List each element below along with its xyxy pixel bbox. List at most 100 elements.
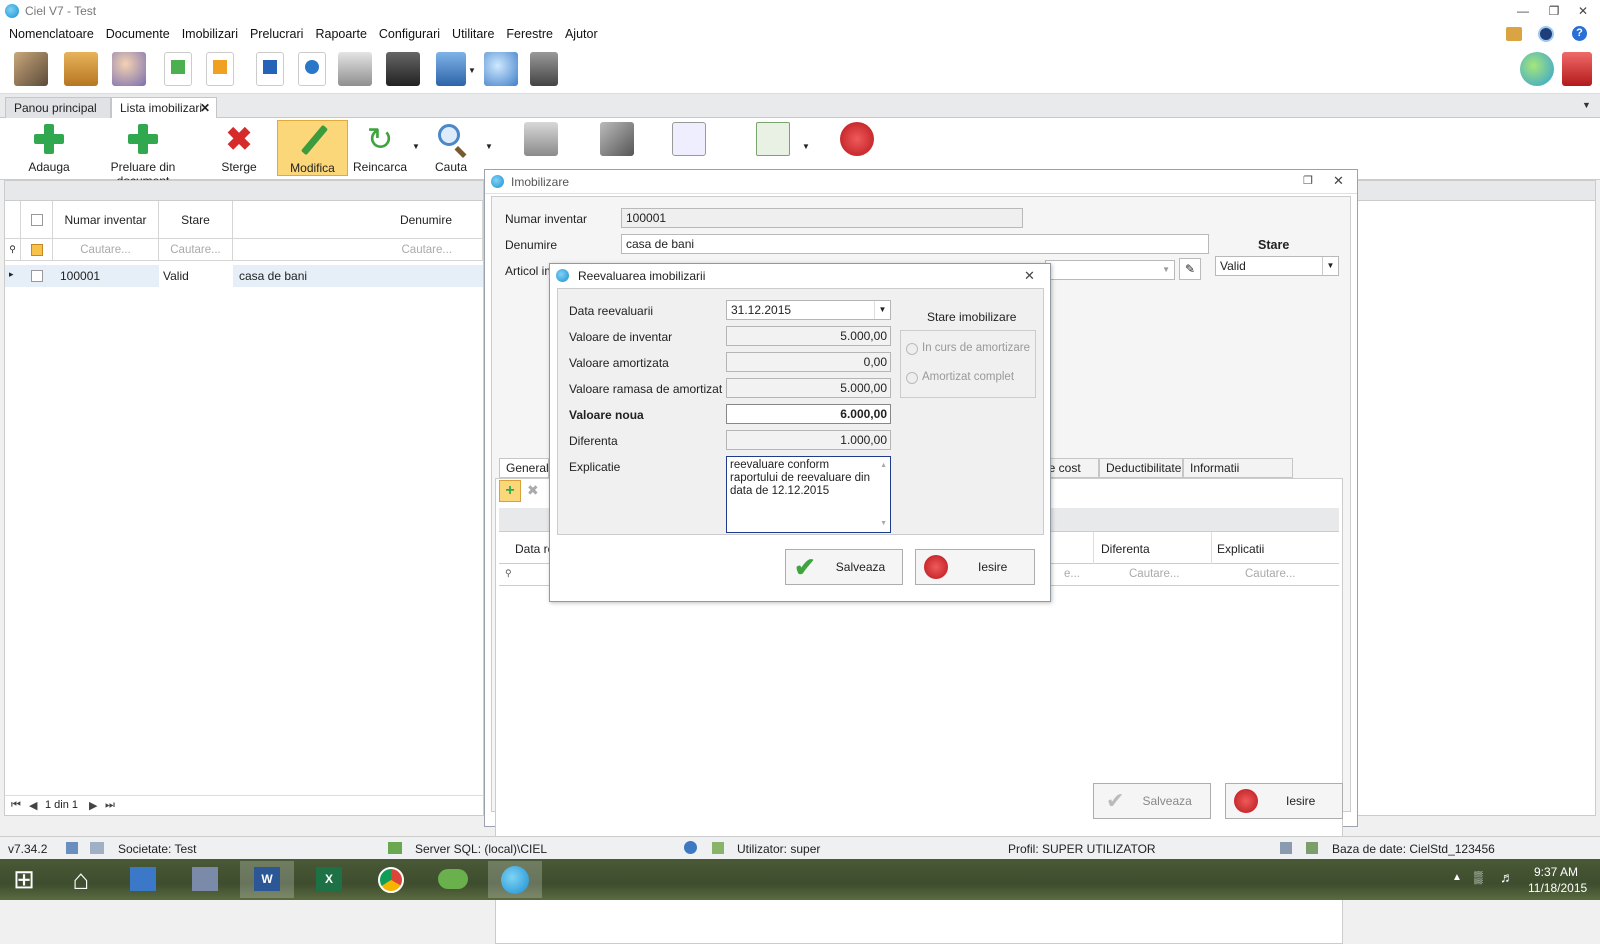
imob-save-button[interactable]: ✔ Salveaza bbox=[1093, 783, 1211, 819]
network-icon[interactable]: ▒ bbox=[1474, 870, 1483, 884]
inv-value-field[interactable]: 5.000,00 bbox=[726, 326, 891, 346]
computer-icon[interactable] bbox=[436, 52, 466, 86]
search-state-input[interactable]: Cautare... bbox=[159, 239, 233, 261]
export-icon[interactable] bbox=[206, 52, 234, 86]
users-icon[interactable] bbox=[112, 52, 146, 86]
delete-row-icon[interactable]: ✖ bbox=[527, 482, 539, 499]
word-icon[interactable]: W bbox=[240, 861, 294, 898]
reev-close-icon[interactable]: ✕ bbox=[1024, 268, 1035, 284]
ciel-taskbar-icon[interactable] bbox=[488, 861, 542, 898]
tab-general[interactable]: General bbox=[499, 458, 549, 478]
minimize-button[interactable]: — bbox=[1512, 3, 1534, 19]
import-icon[interactable] bbox=[164, 52, 192, 86]
help-icon[interactable]: ? bbox=[1572, 26, 1587, 41]
search-dropdown-icon[interactable]: ▼ bbox=[485, 142, 493, 151]
menu-ferestre[interactable]: Ferestre bbox=[500, 27, 559, 41]
from-document-button[interactable]: Preluare din document bbox=[88, 120, 198, 188]
search-prev-col-input[interactable]: e... bbox=[1064, 568, 1080, 580]
cloud-icon[interactable] bbox=[426, 861, 480, 898]
next-page-icon[interactable]: ▶ bbox=[89, 799, 97, 812]
dialog-close-icon[interactable]: ✕ bbox=[1333, 173, 1344, 189]
scroll-down-icon[interactable]: ▼ bbox=[880, 517, 887, 530]
chrome-icon[interactable] bbox=[364, 861, 418, 898]
article-field[interactable]: ▼ bbox=[1045, 260, 1175, 280]
search-inv-input[interactable]: Cautare... bbox=[53, 239, 159, 261]
menu-utilitare[interactable]: Utilitare bbox=[446, 27, 500, 41]
filter-checkbox[interactable] bbox=[21, 239, 53, 261]
menu-nomenclatoare[interactable]: Nomenclatoare bbox=[3, 27, 100, 41]
search-diff-input[interactable]: Cautare... bbox=[1129, 568, 1180, 580]
table-row[interactable]: ▸ 100001 Valid casa de bani bbox=[5, 265, 483, 287]
prev-page-icon[interactable]: ◀ bbox=[29, 799, 37, 812]
sync-icon[interactable] bbox=[66, 842, 78, 854]
menu-ajutor[interactable]: Ajutor bbox=[559, 27, 604, 41]
link-button[interactable] bbox=[596, 120, 638, 176]
state-select[interactable]: Valid ▼ bbox=[1215, 256, 1339, 276]
reload-dropdown-icon[interactable]: ▼ bbox=[412, 142, 420, 151]
delete-button[interactable]: ✖ Sterge bbox=[214, 120, 264, 176]
ciel-online-icon[interactable] bbox=[1538, 26, 1554, 42]
imob-exit-button[interactable]: Iesire bbox=[1225, 783, 1343, 819]
export-button[interactable] bbox=[752, 120, 794, 176]
diff-field[interactable]: 1.000,00 bbox=[726, 430, 891, 450]
menu-rapoarte[interactable]: Rapoarte bbox=[309, 27, 372, 41]
tabs-dropdown-icon[interactable]: ▼ bbox=[1582, 100, 1591, 110]
home-icon[interactable]: ⌂ bbox=[54, 861, 108, 898]
chat-icon[interactable] bbox=[1520, 52, 1554, 86]
reload-button[interactable]: ↻ Reincarca bbox=[352, 120, 408, 176]
exit-ribbon-button[interactable] bbox=[836, 120, 878, 176]
calculator-icon[interactable] bbox=[530, 52, 558, 86]
remain-field[interactable]: 5.000,00 bbox=[726, 378, 891, 398]
menu-imobilizari[interactable]: Imobilizari bbox=[176, 27, 244, 41]
row-checkbox[interactable] bbox=[31, 270, 43, 282]
taskbar-app2-icon[interactable] bbox=[178, 861, 232, 898]
print-button[interactable] bbox=[520, 120, 562, 176]
expl-textarea[interactable]: reevaluare conform raportului de reevalu… bbox=[726, 456, 891, 533]
modify-button[interactable]: Modifica bbox=[277, 120, 348, 176]
restore-button[interactable]: ❐ bbox=[1543, 3, 1565, 19]
refresh-doc-icon[interactable] bbox=[298, 52, 326, 86]
last-page-icon[interactable]: ⏭ bbox=[105, 799, 115, 812]
name-field[interactable]: casa de bani bbox=[621, 234, 1209, 254]
article-dropdown-icon[interactable]: ▼ bbox=[1162, 261, 1170, 279]
reev-save-button[interactable]: ✔ Salveaza bbox=[785, 549, 903, 585]
radio-in-curs[interactable] bbox=[906, 343, 918, 355]
date-field[interactable]: 31.12.2015 ▼ bbox=[726, 300, 891, 320]
add-button[interactable]: Adauga bbox=[22, 120, 76, 176]
col-diferenta[interactable]: Diferenta bbox=[1101, 542, 1150, 556]
menu-prelucrari[interactable]: Prelucrari bbox=[244, 27, 310, 41]
search-icon[interactable] bbox=[484, 52, 518, 86]
reev-exit-button[interactable]: Iesire bbox=[915, 549, 1035, 585]
volume-icon[interactable]: ♬ bbox=[1500, 869, 1514, 885]
support-icon[interactable] bbox=[1562, 52, 1592, 86]
tab-informatii[interactable]: Informatii aditionale bbox=[1183, 458, 1293, 493]
clipboard-icon[interactable] bbox=[64, 52, 98, 86]
inv-field[interactable]: 100001 bbox=[621, 208, 1023, 228]
col-explicatii[interactable]: Explicatii bbox=[1217, 542, 1264, 556]
partners-icon[interactable] bbox=[14, 52, 48, 86]
search-name-input[interactable]: Cautare... bbox=[233, 239, 483, 261]
cash-register-icon[interactable] bbox=[338, 52, 372, 86]
add-row-icon[interactable]: + bbox=[499, 480, 521, 502]
dialog-restore-icon[interactable]: ❐ bbox=[1303, 174, 1313, 187]
user-info-icon[interactable] bbox=[684, 841, 697, 854]
upload-icon[interactable] bbox=[256, 52, 284, 86]
fiscal-printer-icon[interactable] bbox=[386, 52, 420, 86]
tray-arrow-icon[interactable]: ▲ bbox=[1452, 872, 1462, 883]
state-dropdown-icon[interactable]: ▼ bbox=[1322, 257, 1338, 275]
tab-panou-principal[interactable]: Panou principal bbox=[5, 97, 111, 118]
tab-deductibilitate[interactable]: Deductibilitate bbox=[1099, 458, 1183, 478]
close-window-button[interactable]: ✕ bbox=[1572, 3, 1594, 19]
start-button[interactable]: ⊞ bbox=[0, 861, 48, 898]
taskbar-app1-icon[interactable] bbox=[116, 861, 170, 898]
col-numar-inventar[interactable]: Numar inventar bbox=[53, 201, 159, 239]
export-dropdown-icon[interactable]: ▼ bbox=[802, 142, 810, 151]
dropdown-arrow-icon[interactable]: ▼ bbox=[468, 66, 476, 75]
new-value-field[interactable]: 6.000,00 bbox=[726, 404, 891, 424]
amort-field[interactable]: 0,00 bbox=[726, 352, 891, 372]
search-button[interactable]: Cauta bbox=[428, 120, 474, 176]
scroll-up-icon[interactable]: ▲ bbox=[880, 459, 887, 472]
search-expl-input[interactable]: Cautare... bbox=[1245, 568, 1296, 580]
first-page-icon[interactable]: ⏮ bbox=[11, 799, 21, 812]
tab-lista-imobilizari[interactable]: Lista imobilizari ✕ bbox=[111, 97, 217, 118]
